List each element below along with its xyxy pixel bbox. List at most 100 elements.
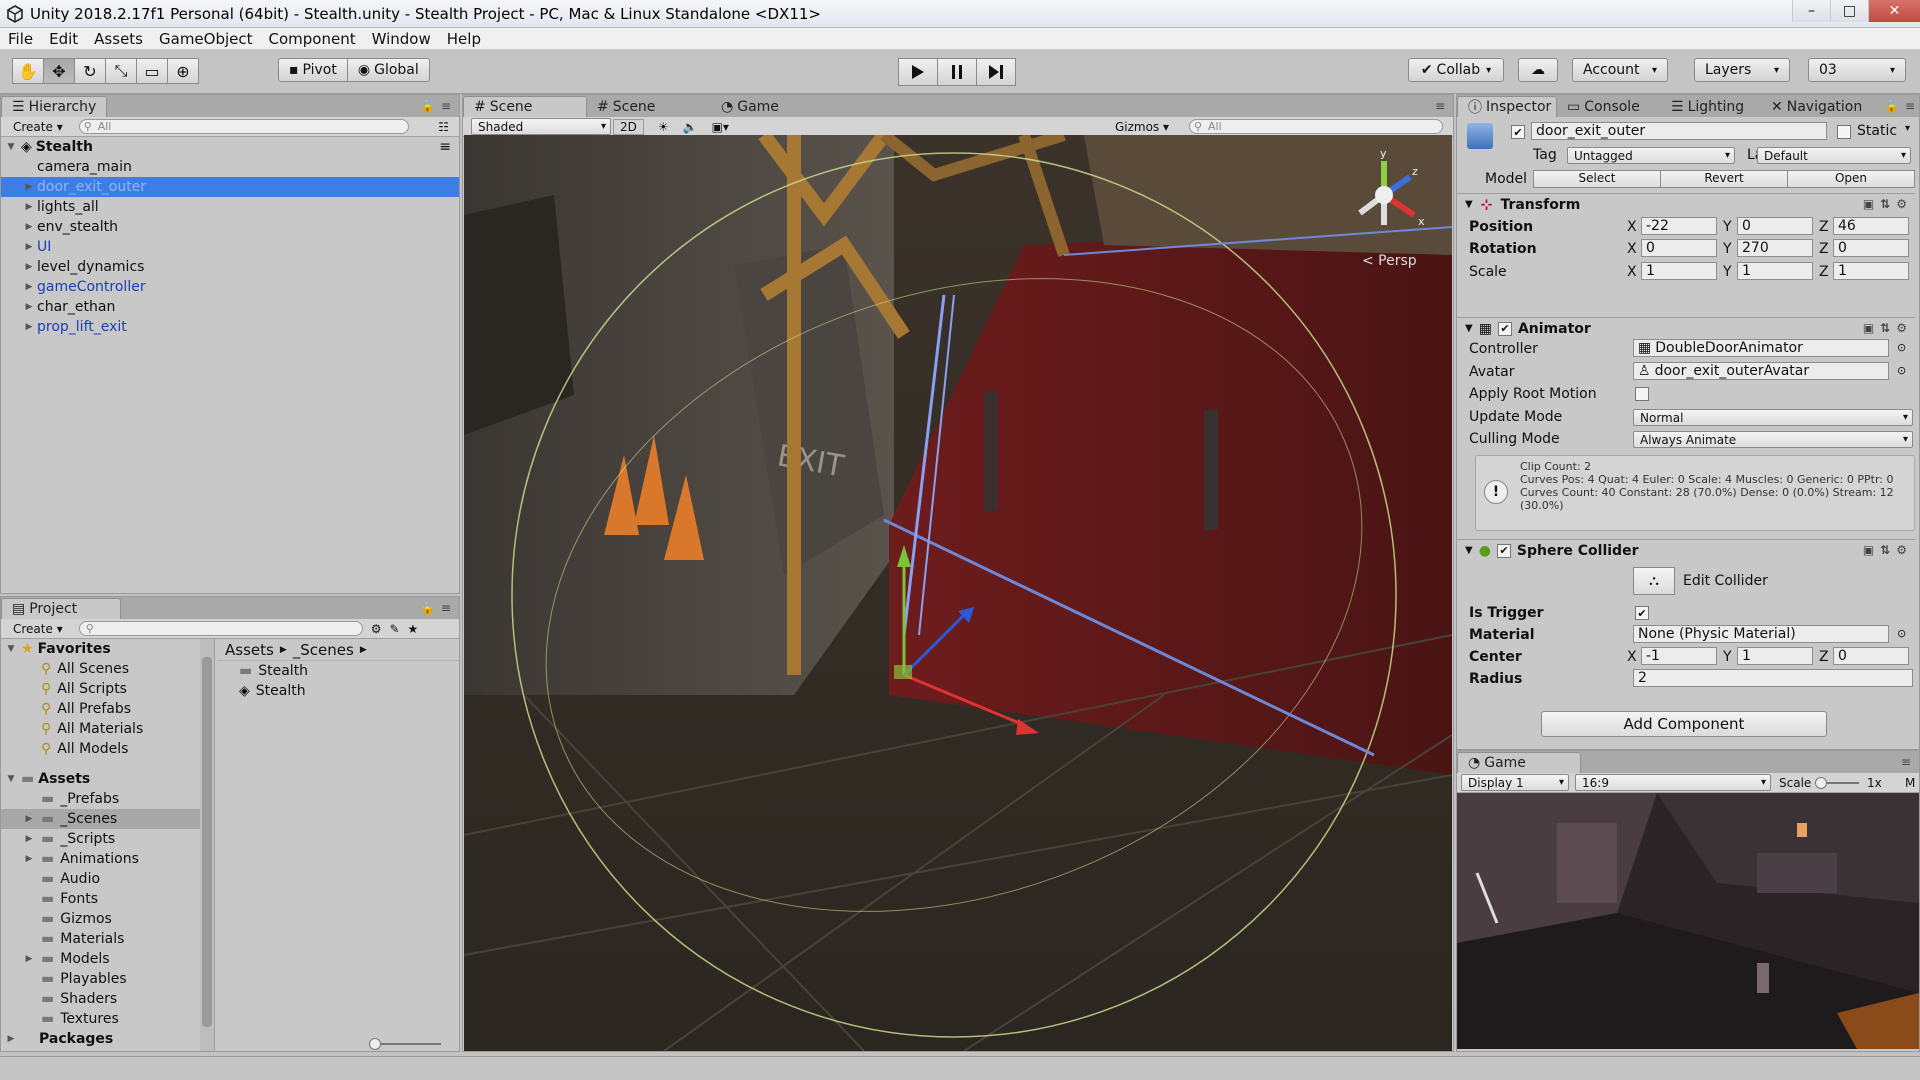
y-input[interactable]: 270 xyxy=(1737,239,1813,257)
effects-toggle-icon[interactable]: ▣▾ xyxy=(712,120,729,134)
expand-arrow-icon[interactable]: ▶ xyxy=(23,854,35,864)
tab-scene-2[interactable]: # Scene xyxy=(587,96,711,117)
move-gizmo-plane-handle[interactable] xyxy=(894,665,912,679)
project-create-button[interactable]: Create ▾ xyxy=(7,622,69,636)
scene-root[interactable]: ▼ ◈ Stealth ≡ xyxy=(1,137,459,157)
expand-arrow-icon[interactable]: ▶ xyxy=(23,834,35,844)
animator-header[interactable]: ▼ ▦ ✔ Animator ▣ ⇅ ⚙ xyxy=(1457,317,1915,339)
minimize-button[interactable]: – xyxy=(1792,0,1830,22)
rotate-tool-icon[interactable]: ↻ xyxy=(74,58,106,84)
maximize-on-play-toggle[interactable]: M xyxy=(1905,776,1915,790)
z-input[interactable]: 0 xyxy=(1833,647,1909,665)
help-book-icon[interactable]: ▣ xyxy=(1863,321,1874,335)
favorite-item[interactable]: ⚲ All Prefabs xyxy=(1,699,214,719)
hierarchy-item[interactable]: ▶ char_ethan xyxy=(1,297,459,317)
expand-arrow-icon[interactable]: ▶ xyxy=(5,1034,17,1044)
collapse-arrow-icon[interactable]: ▼ xyxy=(1465,199,1473,210)
scene-viewport[interactable]: EXIT y z x < Persp xyxy=(464,135,1452,1051)
panel-menu-icon[interactable]: ≡ xyxy=(441,99,451,113)
menu-assets[interactable]: Assets xyxy=(86,30,151,48)
menu-window[interactable]: Window xyxy=(364,30,439,48)
breadcrumb-current[interactable]: _Scenes xyxy=(293,641,354,659)
y-input[interactable]: 1 xyxy=(1737,262,1813,280)
root-motion-checkbox[interactable] xyxy=(1635,387,1649,401)
model-revert-button[interactable]: Revert xyxy=(1661,171,1788,187)
scrollbar-thumb[interactable] xyxy=(202,657,212,1027)
aspect-dropdown[interactable]: 16:9 xyxy=(1575,774,1771,791)
rect-tool-icon[interactable]: ▭ xyxy=(136,58,168,84)
project-file-item[interactable]: ◈ Stealth xyxy=(217,681,459,701)
menu-edit[interactable]: Edit xyxy=(41,30,86,48)
object-picker-icon[interactable]: ⊙ xyxy=(1897,364,1906,377)
expand-arrow-icon[interactable]: ▶ xyxy=(23,182,35,192)
scale-tool-icon[interactable]: ⤡ xyxy=(105,58,137,84)
lock-icon[interactable]: 🔒 xyxy=(420,601,435,615)
edit-collider-button[interactable]: ⛬ xyxy=(1633,567,1675,595)
x-input[interactable]: 0 xyxy=(1641,239,1717,257)
step-button[interactable] xyxy=(976,58,1016,86)
project-folder[interactable]: ▶ ▬ Animations xyxy=(1,849,214,869)
filter-label-icon[interactable]: ✎ xyxy=(389,622,399,636)
packages-group[interactable]: ▶ Packages xyxy=(1,1029,214,1049)
expand-arrow-icon[interactable]: ▶ xyxy=(23,814,35,824)
menu-component[interactable]: Component xyxy=(261,30,364,48)
animator-enabled-checkbox[interactable]: ✔ xyxy=(1497,321,1512,336)
radius-input[interactable]: 2 xyxy=(1633,669,1913,687)
layout-dropdown[interactable]: 03 ▾ xyxy=(1808,58,1906,82)
hand-tool-icon[interactable]: ✋ xyxy=(12,58,44,84)
preset-icon[interactable]: ⇅ xyxy=(1880,543,1890,557)
scale-slider[interactable] xyxy=(1815,777,1859,789)
pause-button[interactable] xyxy=(937,58,977,86)
filter-type-icon[interactable]: ⚙ xyxy=(371,622,382,636)
expand-arrow-icon[interactable]: ▶ xyxy=(23,322,35,332)
z-input[interactable]: 46 xyxy=(1833,217,1909,235)
menu-help[interactable]: Help xyxy=(439,30,489,48)
project-folder[interactable]: ▶ ▬ Models xyxy=(1,949,214,969)
global-toggle[interactable]: ◉ Global xyxy=(346,58,430,82)
project-folder[interactable]: ▬ Audio xyxy=(1,869,214,889)
expand-arrow-icon[interactable]: ▼ xyxy=(5,644,17,654)
transform-header[interactable]: ▼ ⊹ Transform ▣ ⇅ ⚙ xyxy=(1457,193,1915,215)
tab-console[interactable]: ▭ Console xyxy=(1557,96,1661,117)
hierarchy-item[interactable]: ▶ UI xyxy=(1,237,459,257)
hierarchy-item[interactable]: ▶ lights_all xyxy=(1,197,459,217)
scene-menu-icon[interactable]: ≡ xyxy=(439,139,451,155)
add-component-button[interactable]: Add Component xyxy=(1541,711,1827,737)
lock-icon[interactable]: 🔒 xyxy=(420,99,435,113)
panel-menu-icon[interactable]: ≡ xyxy=(1901,755,1911,769)
maximize-button[interactable]: □ xyxy=(1830,0,1868,22)
shading-mode-dropdown[interactable]: Shaded xyxy=(471,118,611,135)
gear-icon[interactable]: ⚙ xyxy=(1896,321,1907,335)
collider-enabled-checkbox[interactable]: ✔ xyxy=(1496,543,1511,558)
assets-group[interactable]: ▼ ▬ Assets xyxy=(1,769,214,789)
material-field[interactable]: None (Physic Material) xyxy=(1633,625,1889,643)
scene-render[interactable]: EXIT y z x < Persp xyxy=(464,135,1452,1051)
gear-icon[interactable]: ⚙ xyxy=(1896,543,1907,557)
object-picker-icon[interactable]: ⊙ xyxy=(1897,627,1906,640)
project-file-item[interactable]: ▬ Stealth xyxy=(217,661,459,681)
tab-lighting[interactable]: ☰ Lighting xyxy=(1661,96,1761,117)
menu-gameobject[interactable]: GameObject xyxy=(151,30,261,48)
culling-mode-dropdown[interactable]: Always Animate xyxy=(1633,431,1913,448)
hierarchy-create-button[interactable]: Create ▾ xyxy=(7,120,69,134)
z-input[interactable]: 0 xyxy=(1833,239,1909,257)
tab-inspector[interactable]: ⓘ Inspector xyxy=(1457,96,1557,117)
project-search-input[interactable]: ⚲ xyxy=(78,621,363,636)
folder-tree-scrollbar[interactable] xyxy=(200,639,214,1051)
tab-project[interactable]: ▤ Project xyxy=(1,598,121,619)
project-folder[interactable]: ▬ Textures xyxy=(1,1009,214,1029)
active-checkbox[interactable]: ✔ xyxy=(1511,125,1525,139)
tab-game[interactable]: ◔ Game xyxy=(711,96,835,117)
layers-dropdown[interactable]: Layers ▾ xyxy=(1694,58,1790,82)
play-button[interactable] xyxy=(898,58,938,86)
project-folder[interactable]: ▶ ▬ _Scripts xyxy=(1,829,214,849)
lock-icon[interactable]: 🔒 xyxy=(1884,99,1899,113)
y-input[interactable]: 0 xyxy=(1737,217,1813,235)
lighting-toggle-icon[interactable]: ☀ xyxy=(658,120,669,134)
menu-file[interactable]: File xyxy=(0,30,41,48)
game-viewport[interactable] xyxy=(1457,793,1919,1049)
project-folder[interactable]: ▬ _Prefabs xyxy=(1,789,214,809)
toggle-2d-button[interactable]: 2D xyxy=(613,118,644,135)
projection-label[interactable]: < Persp xyxy=(1362,253,1417,269)
help-book-icon[interactable]: ▣ xyxy=(1863,197,1874,211)
